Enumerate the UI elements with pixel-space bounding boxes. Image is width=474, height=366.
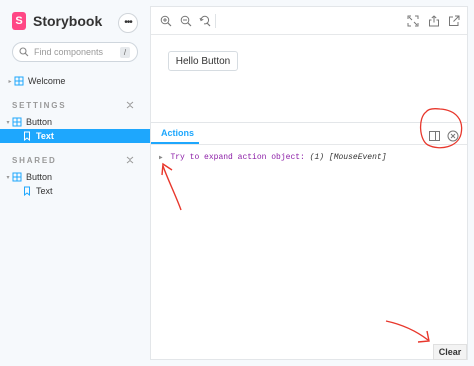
close-panel-icon[interactable]	[447, 130, 459, 142]
open-new-tab-icon[interactable]	[448, 15, 460, 27]
more-options-button[interactable]: •••	[118, 13, 138, 33]
brand-name: Storybook	[33, 13, 103, 29]
section-title-shared[interactable]: SHARED	[12, 156, 57, 165]
sidebar-item-welcome[interactable]: ▸ Welcome	[0, 74, 150, 88]
sidebar-item-settings-button[interactable]: ▾ Button	[0, 115, 150, 129]
action-log-entry[interactable]: ▶ Try to expand action object: (1) [Mous…	[159, 153, 387, 162]
panel-orientation-icon[interactable]	[429, 131, 440, 141]
caret-down-icon: ▾	[6, 119, 10, 126]
search-icon	[19, 47, 29, 57]
preview-toolbar	[151, 7, 467, 35]
caret-right-icon: ▸	[8, 78, 12, 85]
hello-button[interactable]: Hello Button	[168, 51, 238, 71]
search-box[interactable]: /	[12, 42, 138, 62]
window-edge	[468, 0, 474, 366]
bookmark-icon	[24, 131, 30, 141]
storybook-logo-icon: S	[12, 12, 26, 30]
tab-actions[interactable]: Actions	[161, 128, 194, 138]
sidebar: S Storybook ••• / ▸ Welcome SETTINGS ▾	[0, 0, 150, 366]
action-log-count: (1)	[309, 153, 325, 162]
component-icon	[12, 117, 22, 127]
sidebar-item-label: Button	[26, 117, 53, 127]
collapse-icon[interactable]	[126, 156, 134, 164]
toolbar-divider	[215, 14, 216, 28]
expand-arrow-icon[interactable]: ▶	[159, 154, 163, 161]
component-icon	[12, 172, 22, 182]
sidebar-item-shared-button-text[interactable]: Text	[0, 184, 150, 198]
search-input[interactable]	[34, 47, 120, 57]
component-icon	[14, 76, 24, 86]
collapse-icon[interactable]	[126, 101, 134, 109]
share-icon[interactable]	[428, 15, 440, 27]
caret-down-icon: ▾	[6, 174, 10, 181]
addons-tabbar-divider	[151, 144, 467, 145]
sidebar-item-label: Button	[26, 172, 53, 182]
sidebar-item-label: Welcome	[28, 76, 66, 86]
sidebar-item-settings-button-text[interactable]: Text	[0, 129, 150, 143]
search-shortcut-badge: /	[120, 46, 130, 58]
zoom-out-icon[interactable]	[180, 15, 192, 27]
fullscreen-icon[interactable]	[407, 15, 419, 27]
zoom-in-icon[interactable]	[160, 15, 172, 27]
sidebar-item-label: Text	[36, 131, 54, 141]
brand[interactable]: S Storybook	[12, 12, 102, 30]
addons-panel: Actions ▶ Try to expand action object: (…	[151, 122, 467, 360]
section-title-settings[interactable]: SETTINGS	[12, 101, 66, 110]
zoom-reset-icon[interactable]	[199, 15, 211, 27]
action-log-event: [MouseEvent]	[328, 153, 387, 162]
sidebar-item-shared-button[interactable]: ▾ Button	[0, 170, 150, 184]
clear-button[interactable]: Clear	[433, 344, 467, 360]
bookmark-icon	[24, 186, 30, 196]
action-log-text: Try to expand action object:	[170, 153, 305, 162]
sidebar-item-label: Text	[36, 186, 53, 196]
preview-panel: Hello Button Actions ▶ Try to expand act…	[150, 6, 468, 360]
